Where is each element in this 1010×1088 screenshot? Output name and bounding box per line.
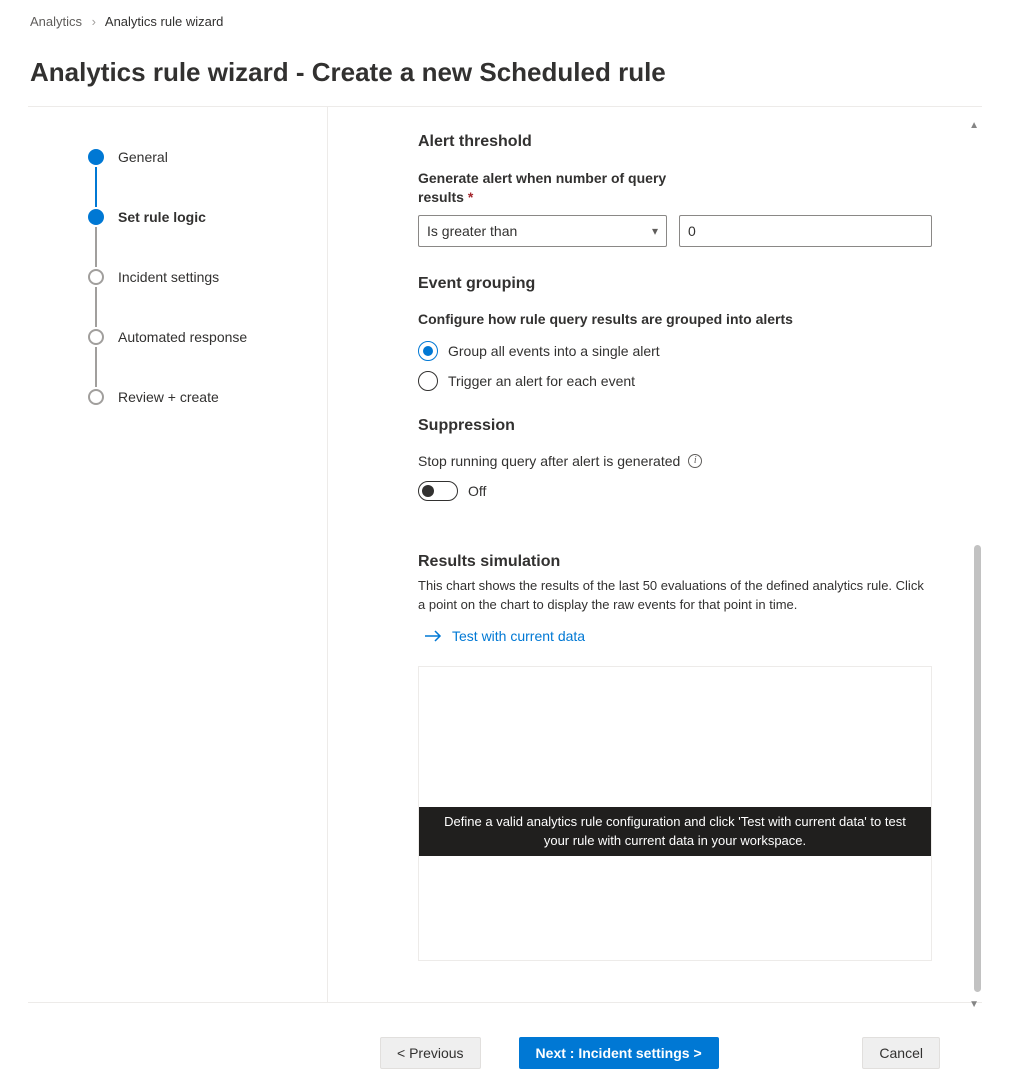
suppression-toggle[interactable] — [418, 481, 458, 501]
info-icon[interactable]: i — [688, 454, 702, 468]
step-connector — [95, 287, 97, 327]
test-with-current-data-link[interactable]: Test with current data — [424, 628, 932, 644]
arrow-right-icon — [424, 629, 442, 643]
suppression-heading: Suppression — [418, 417, 932, 435]
step-connector — [95, 167, 97, 207]
threshold-operator-select[interactable]: Is greater than ▾ — [418, 215, 667, 247]
scroll-up-icon[interactable]: ▲ — [969, 120, 979, 131]
step-set-rule-logic[interactable]: Set rule logic — [88, 207, 327, 227]
threshold-value-input[interactable] — [688, 223, 923, 239]
step-automated-response[interactable]: Automated response — [88, 327, 327, 347]
step-dot-icon — [88, 329, 104, 345]
radio-label: Trigger an alert for each event — [448, 373, 635, 389]
scrollbar-thumb[interactable] — [974, 545, 981, 992]
results-simulation-heading: Results simulation — [418, 553, 932, 571]
radio-icon — [418, 371, 438, 391]
breadcrumb-root[interactable]: Analytics — [30, 14, 82, 29]
step-review-create[interactable]: Review + create — [88, 387, 327, 407]
results-chart-banner: Define a valid analytics rule configurat… — [419, 807, 931, 855]
page-title: Analytics rule wizard - Create a new Sch… — [0, 39, 1010, 106]
step-dot-icon — [88, 389, 104, 405]
step-dot-icon — [88, 269, 104, 285]
wizard-footer: < Previous Next : Incident settings > Ca… — [0, 1018, 1010, 1088]
grouping-option-single-alert[interactable]: Group all events into a single alert — [418, 341, 932, 361]
step-dot-icon — [88, 149, 104, 165]
threshold-value-input-wrapper — [679, 215, 932, 247]
chevron-right-icon: › — [92, 14, 96, 29]
step-label: General — [118, 149, 168, 165]
grouping-option-per-event[interactable]: Trigger an alert for each event — [418, 371, 932, 391]
suppression-label: Stop running query after alert is genera… — [418, 453, 680, 469]
required-mark: * — [468, 189, 473, 205]
previous-button[interactable]: < Previous — [380, 1037, 481, 1069]
radio-icon — [418, 341, 438, 361]
breadcrumb-current: Analytics rule wizard — [105, 14, 224, 29]
alert-threshold-heading: Alert threshold — [418, 133, 932, 151]
select-value: Is greater than — [427, 223, 517, 239]
wizard-steps: General Set rule logic Incident settings… — [28, 107, 328, 1002]
event-grouping-sublabel: Configure how rule query results are gro… — [418, 311, 932, 327]
next-button[interactable]: Next : Incident settings > — [519, 1037, 719, 1069]
breadcrumb: Analytics › Analytics rule wizard — [0, 0, 1010, 39]
threshold-field-label: Generate alert when number of query resu… — [418, 169, 678, 207]
cancel-button[interactable]: Cancel — [862, 1037, 940, 1069]
step-connector — [95, 227, 97, 267]
step-label: Automated response — [118, 329, 247, 345]
step-label: Incident settings — [118, 269, 219, 285]
step-label: Review + create — [118, 389, 219, 405]
scroll-down-icon[interactable]: ▼ — [969, 999, 979, 1010]
results-chart-placeholder: Define a valid analytics rule configurat… — [418, 666, 932, 961]
step-connector — [95, 347, 97, 387]
toggle-state-text: Off — [468, 483, 486, 499]
event-grouping-heading: Event grouping — [418, 275, 932, 293]
step-incident-settings[interactable]: Incident settings — [88, 267, 327, 287]
step-general[interactable]: General — [88, 147, 327, 167]
step-label: Set rule logic — [118, 209, 206, 225]
results-simulation-description: This chart shows the results of the last… — [418, 577, 932, 615]
radio-label: Group all events into a single alert — [448, 343, 660, 359]
content-panel: Alert threshold Generate alert when numb… — [328, 107, 982, 1002]
test-link-label: Test with current data — [452, 628, 585, 644]
chevron-down-icon: ▾ — [652, 224, 658, 238]
toggle-knob-icon — [422, 485, 434, 497]
step-dot-icon — [88, 209, 104, 225]
